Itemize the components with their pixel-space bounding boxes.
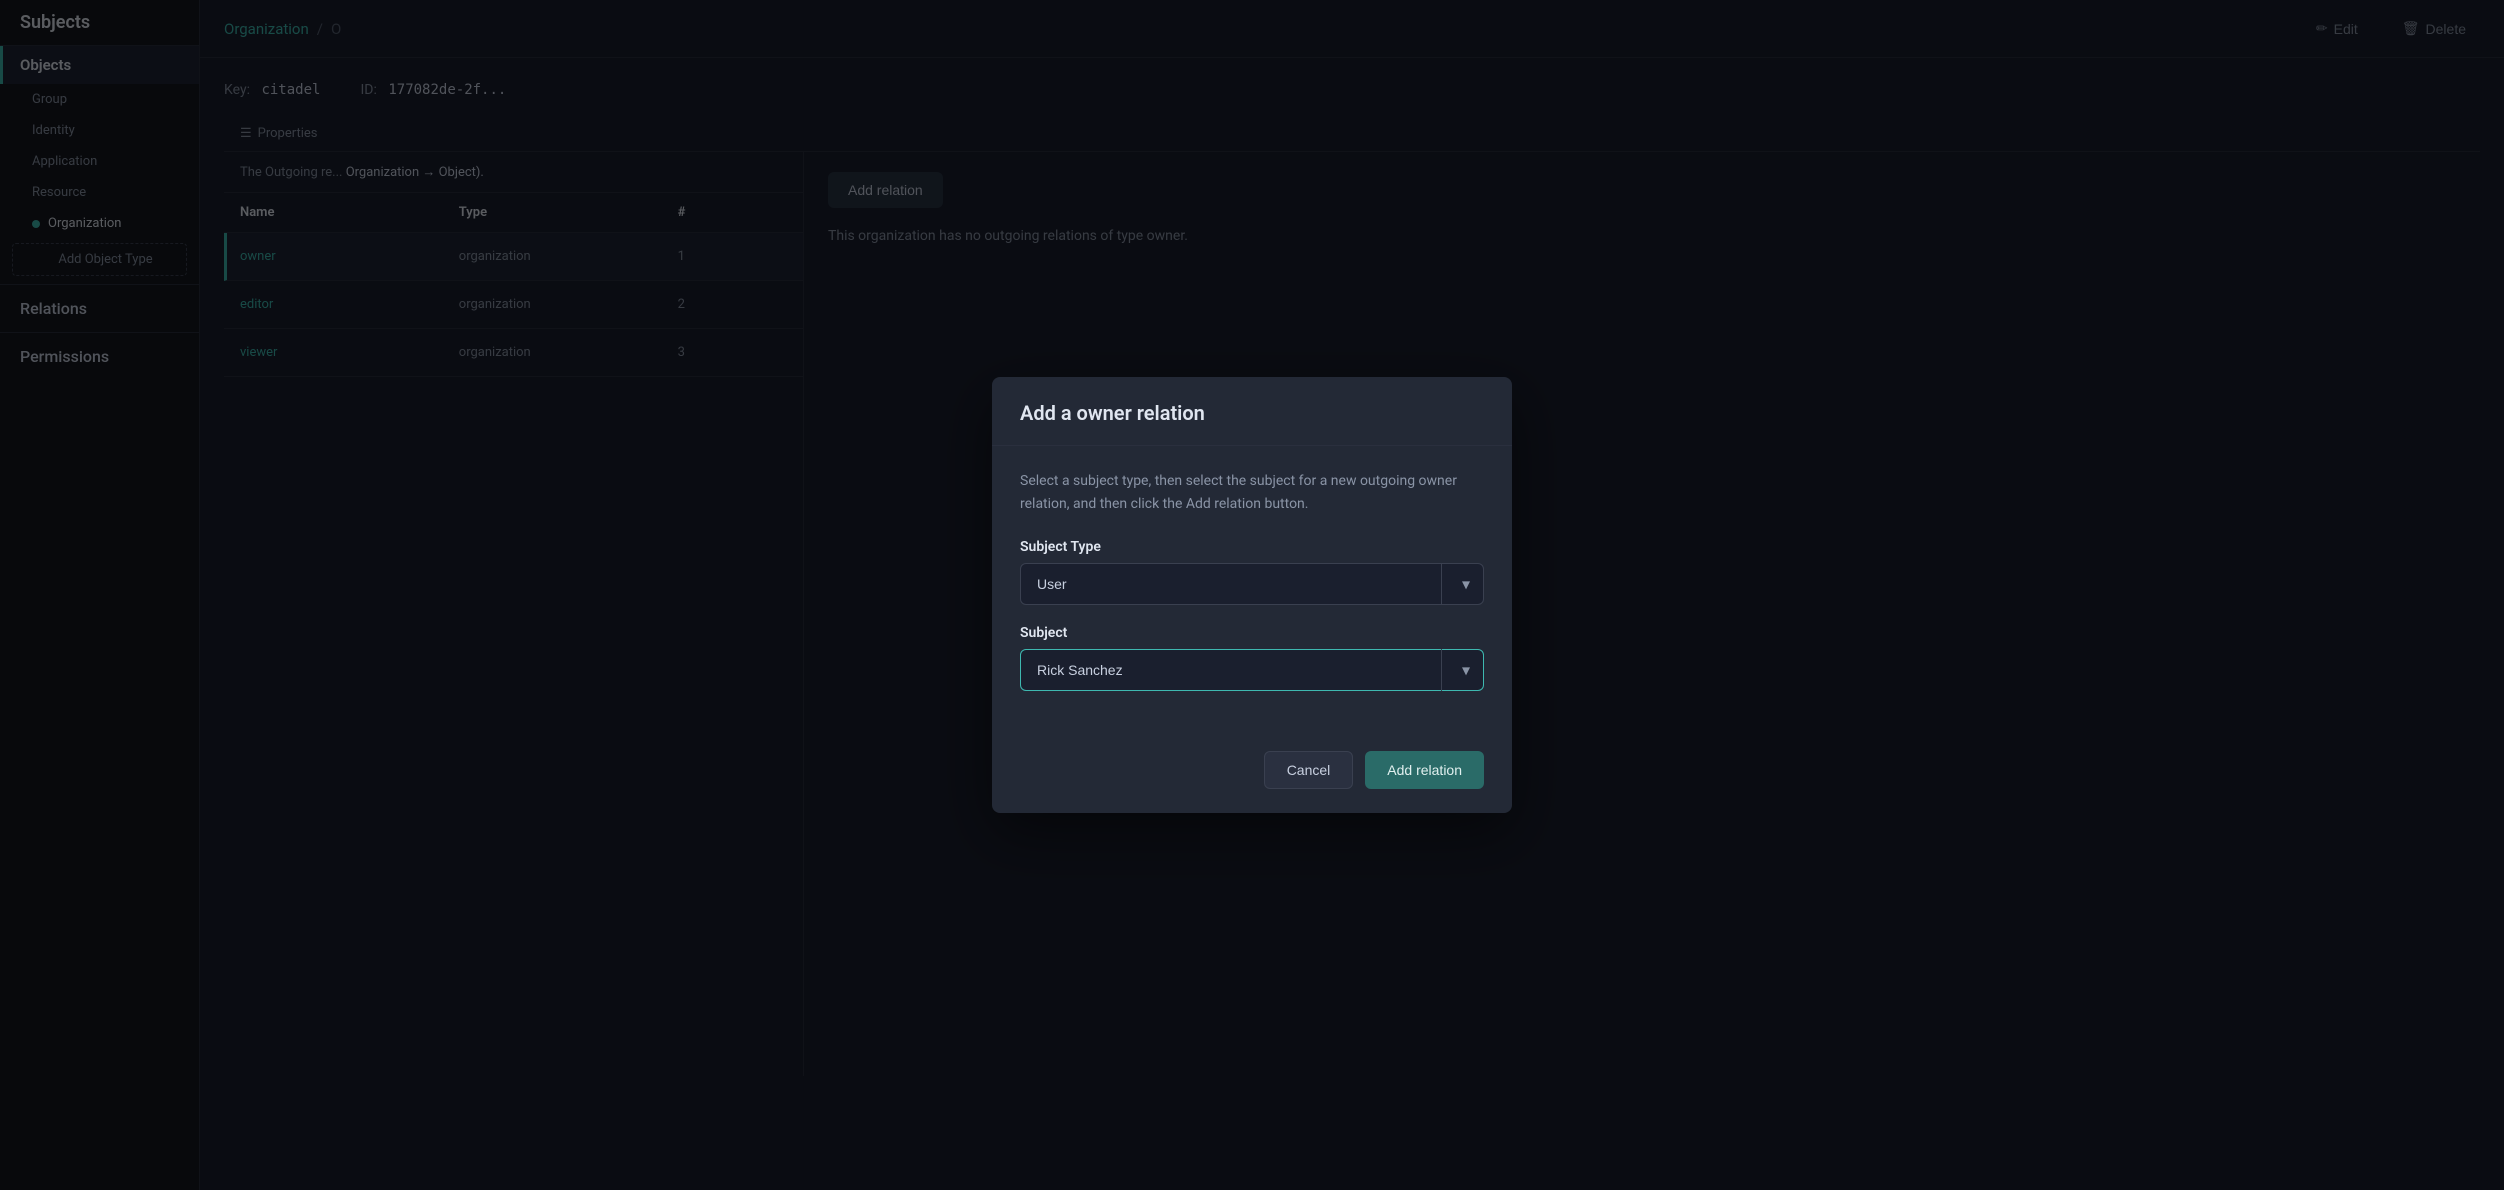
- select-divider: [1441, 563, 1442, 605]
- subject-label: Subject: [1020, 625, 1484, 641]
- modal-body: Select a subject type, then select the s…: [992, 446, 1512, 735]
- subject-select[interactable]: Rick Sanchez Morty Smith Beth Smith: [1020, 649, 1484, 691]
- select-divider-2: [1441, 649, 1442, 691]
- add-relation-submit-button[interactable]: Add relation: [1365, 751, 1484, 789]
- modal-description: Select a subject type, then select the s…: [1020, 470, 1484, 515]
- modal-overlay[interactable]: Add a owner relation Select a subject ty…: [0, 0, 2504, 1190]
- cancel-button[interactable]: Cancel: [1264, 751, 1354, 789]
- modal: Add a owner relation Select a subject ty…: [992, 377, 1512, 813]
- subject-type-label: Subject Type: [1020, 539, 1484, 555]
- subject-type-group: Subject Type User Group Identity Applica…: [1020, 539, 1484, 605]
- subject-type-select-wrapper: User Group Identity Application ▾: [1020, 563, 1484, 605]
- modal-footer: Cancel Add relation: [992, 735, 1512, 813]
- modal-header: Add a owner relation: [992, 377, 1512, 446]
- subject-group: Subject Rick Sanchez Morty Smith Beth Sm…: [1020, 625, 1484, 691]
- modal-title: Add a owner relation: [1020, 401, 1484, 425]
- subject-type-select[interactable]: User Group Identity Application: [1020, 563, 1484, 605]
- subject-select-wrapper: Rick Sanchez Morty Smith Beth Smith ▾: [1020, 649, 1484, 691]
